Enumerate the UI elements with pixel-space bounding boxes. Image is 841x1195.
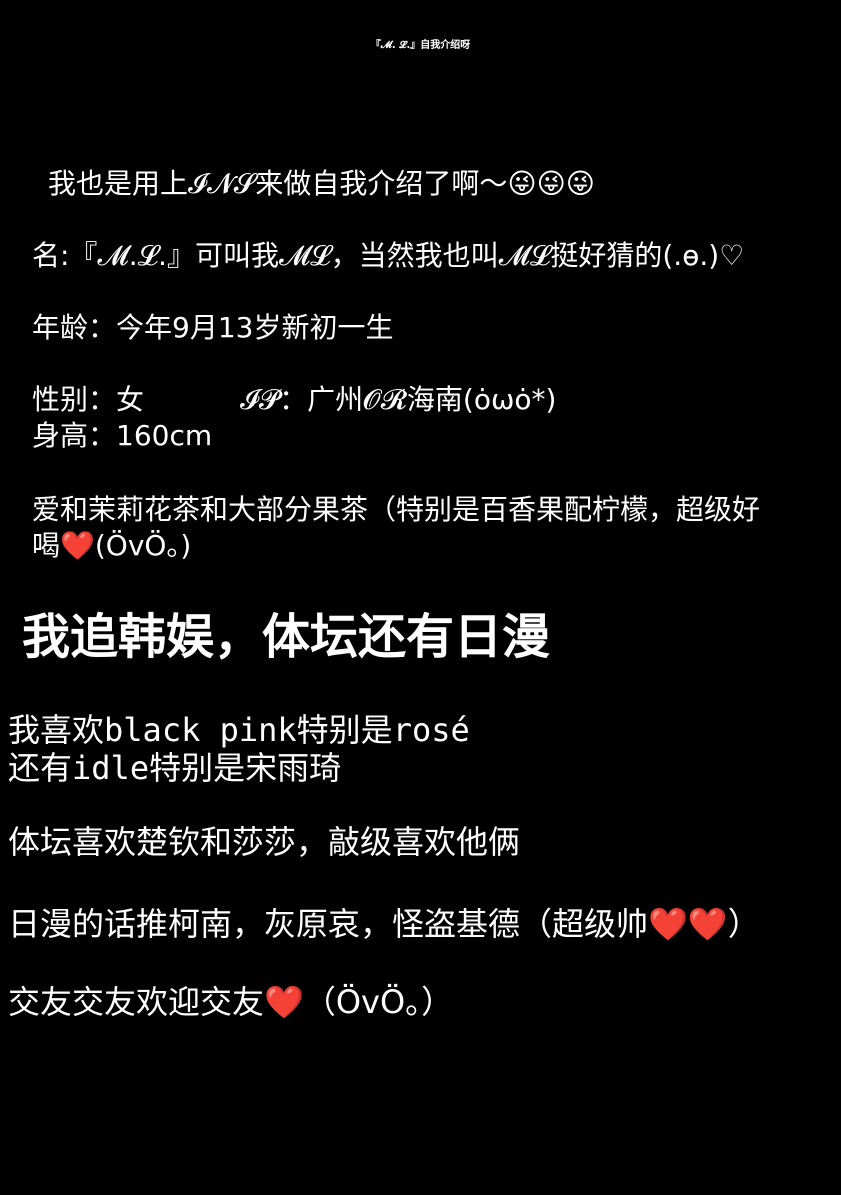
section-heading: 我追韩娱，体坛还有日漫 — [22, 609, 551, 665]
friends-line: 交友交友欢迎交友❤️（ÖvÖ。） — [8, 983, 454, 1021]
profile-gender: 性别：女 — [32, 383, 145, 416]
kpop2-mid: 特别是宋雨琦 — [149, 749, 342, 787]
kpop-member-name: rosé — [392, 711, 470, 749]
kpop2-group-name: idle — [72, 749, 150, 787]
profile-age: 年龄：今年9月13岁新初一生 — [32, 311, 394, 344]
kpop-mid: 特别是 — [296, 711, 393, 749]
profile-height: 身高：160cm — [32, 419, 213, 452]
page-title: 『𝓜. 𝓛.』自我介绍呀 — [370, 40, 471, 51]
profile-name: 名:『𝓜.𝓛.』可叫我𝓜𝓛，当然我也叫𝓜𝓛挺好猜的(.ө.)♡ — [32, 239, 745, 272]
intro-text: 我也是用上𝓘𝓝𝓢来做自我介绍了啊～😜😜😜 — [48, 167, 595, 200]
kpop2-prefix: 还有 — [8, 749, 73, 787]
anime-line: 日漫的话推柯南，灰原哀，怪盗基德（超级帅❤️❤️） — [8, 905, 760, 943]
kpop-prefix: 我喜欢 — [8, 711, 105, 749]
kpop-group-name: black pink — [104, 711, 297, 749]
kpop-line-1: 我喜欢black pink特别是rosé — [8, 712, 470, 749]
kpop-line-2: 还有idle特别是宋雨琦 — [8, 750, 341, 787]
profile-tea-line-1: 爱和茉莉花茶和大部分果茶（特别是百香果配柠檬，超级好 — [32, 493, 761, 526]
sports-line: 体坛喜欢楚钦和莎莎，敲级喜欢他俩 — [8, 823, 521, 861]
profile-tea-line-2: 喝❤️(ÖvÖ。) — [32, 529, 192, 562]
profile-ip-location: 𝓘𝓟：广州𝓞𝓡海南(ȯωȯ*) — [240, 383, 557, 416]
